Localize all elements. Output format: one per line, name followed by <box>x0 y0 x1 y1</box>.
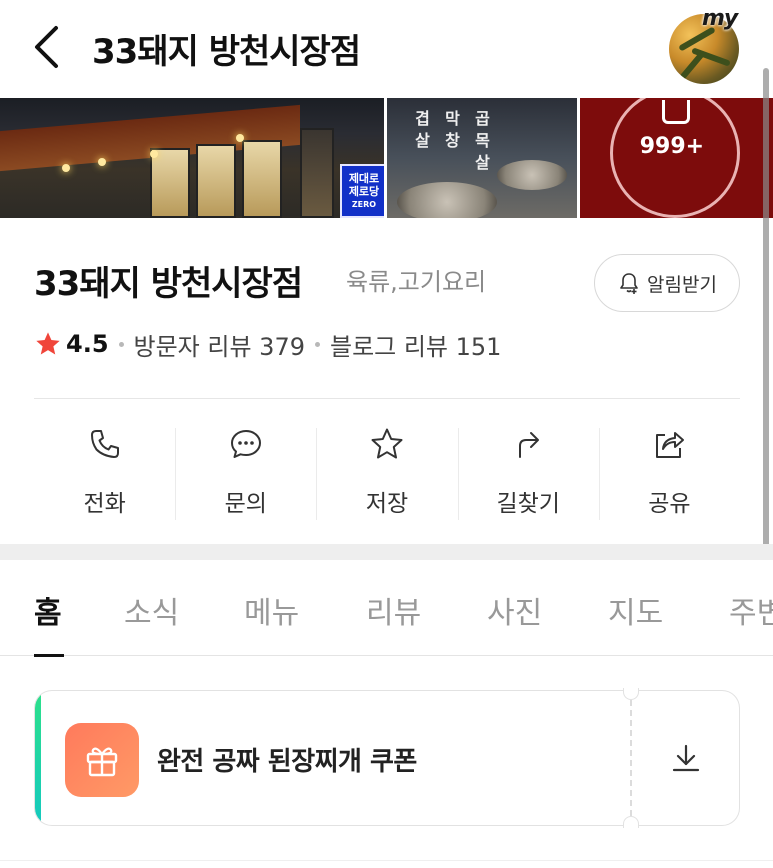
tab-reviews[interactable]: 리뷰 <box>366 588 421 632</box>
bell-plus-icon <box>620 273 638 294</box>
notify-button[interactable]: 알림받기 <box>594 254 740 312</box>
signboard-text: 제대로 제로당 <box>348 172 380 198</box>
chat-icon <box>230 430 261 458</box>
rating-row: 4.5 방문자 리뷰 379 블로그 리뷰 151 <box>34 326 511 362</box>
gallery-icon <box>661 100 690 124</box>
shop-window <box>150 148 190 218</box>
tab-map[interactable]: 지도 <box>608 588 663 632</box>
call-label: 전화 <box>83 491 126 517</box>
shop-window <box>242 140 282 218</box>
active-tab-indicator <box>34 654 64 657</box>
grill-table <box>496 160 567 190</box>
visitor-review-link[interactable]: 방문자 리뷰 379 <box>134 327 305 362</box>
window-letters: 막창 <box>445 109 460 150</box>
shop-window <box>196 144 236 218</box>
top-header: 33돼지 방천시장점 my <box>0 0 773 98</box>
rating-value: 4.5 <box>66 330 109 358</box>
photo-strip: 제대로 제로당 ZERO 겹살 막창 곱목살 999+ <box>0 98 773 218</box>
chevron-left-icon <box>35 26 58 68</box>
gift-icon-box <box>65 723 139 797</box>
separator-dot <box>118 341 124 347</box>
inquiry-label: 문의 <box>224 491 267 517</box>
light <box>236 134 244 142</box>
avatar-leaf <box>675 49 707 84</box>
light <box>62 164 70 172</box>
phone-icon <box>90 430 119 458</box>
directions-button[interactable]: 길찾기 <box>457 424 599 520</box>
photo-storefront[interactable]: 제대로 제로당 ZERO <box>0 98 384 218</box>
star-icon <box>36 332 60 355</box>
download-icon <box>672 744 699 772</box>
window-letters: 곱목살 <box>475 109 490 172</box>
back-button[interactable] <box>26 22 66 72</box>
coupon-accent <box>35 691 41 825</box>
photo-signboard: 제대로 제로당 ZERO <box>340 164 384 218</box>
window-letters: 겹살 <box>415 109 430 150</box>
tab-nearby[interactable]: 주변 <box>729 588 773 632</box>
star-outline-icon <box>371 428 403 459</box>
tab-news[interactable]: 소식 <box>124 588 179 632</box>
shop-window <box>300 128 334 218</box>
directions-icon <box>519 432 540 458</box>
gift-icon <box>86 747 118 777</box>
scrollbar[interactable] <box>763 68 769 548</box>
page-title: 33돼지 방천시장점 <box>92 32 361 72</box>
light <box>150 150 158 158</box>
notify-label: 알림받기 <box>647 273 717 296</box>
coupon-body: 완전 공짜 된장찌개 쿠폰 <box>34 690 630 826</box>
share-icon <box>656 432 685 458</box>
my-badge: my <box>702 6 738 31</box>
coupon-notch <box>623 816 639 828</box>
divider <box>34 398 740 399</box>
coupon-title: 완전 공짜 된장찌개 쿠폰 <box>157 747 417 777</box>
place-name: 33돼지 방천시장점 <box>34 264 303 304</box>
save-button[interactable]: 저장 <box>316 424 457 520</box>
blog-review-link[interactable]: 블로그 리뷰 151 <box>330 327 501 362</box>
tab-photos[interactable]: 사진 <box>487 588 542 632</box>
action-bar: 전화 문의 저장 길찾기 공유 <box>34 424 740 520</box>
call-button[interactable]: 전화 <box>34 424 175 520</box>
place-category: 육류,고기요리 <box>346 268 487 296</box>
share-label: 공유 <box>648 491 691 517</box>
grill-table <box>396 182 497 218</box>
share-button[interactable]: 공유 <box>598 424 740 520</box>
tab-menu[interactable]: 메뉴 <box>244 588 299 632</box>
coupon-download-button[interactable] <box>630 690 740 826</box>
signboard-sub: ZERO <box>351 200 377 209</box>
inquiry-button[interactable]: 문의 <box>175 424 316 520</box>
divider <box>0 860 773 861</box>
separator-dot <box>314 341 320 347</box>
section-divider <box>0 544 773 560</box>
tab-home[interactable]: 홈 <box>34 588 62 632</box>
light <box>98 158 106 166</box>
directions-label: 길찾기 <box>496 491 560 517</box>
coupon-card[interactable]: 완전 공짜 된장찌개 쿠폰 <box>34 688 740 828</box>
tab-bar: 홈 소식 메뉴 리뷰 사진 지도 주변 <box>0 560 773 656</box>
photo-count: 999+ <box>639 134 705 159</box>
photo-more[interactable]: 999+ <box>579 98 773 218</box>
photo-interior[interactable]: 겹살 막창 곱목살 <box>386 98 577 218</box>
save-label: 저장 <box>365 491 409 517</box>
